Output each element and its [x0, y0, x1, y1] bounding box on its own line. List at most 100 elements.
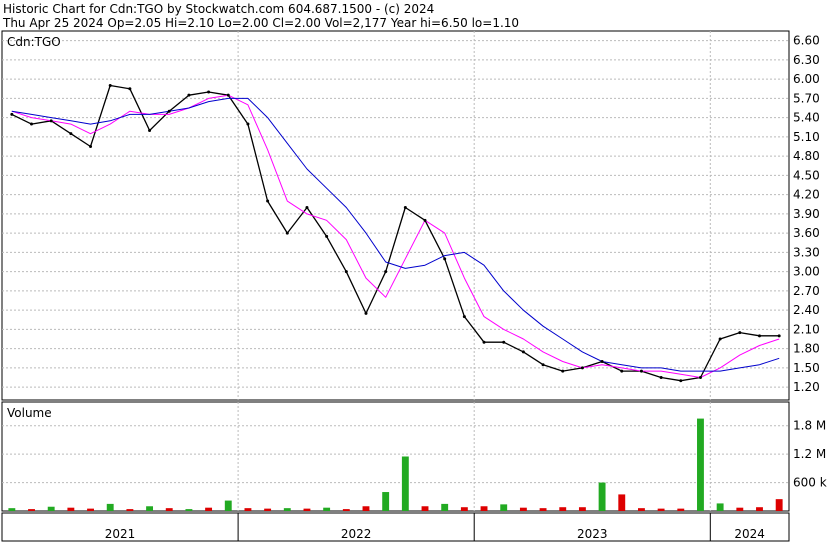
- price-tick-label: 4.20: [793, 188, 820, 202]
- volume-bar: [519, 507, 527, 511]
- price-point: [69, 132, 73, 136]
- price-point: [266, 199, 270, 203]
- price-tick-label: 1.80: [793, 342, 820, 356]
- price-tick-label: 6.60: [793, 34, 820, 48]
- volume-bar: [362, 506, 370, 511]
- price-point: [462, 315, 466, 319]
- price-point: [89, 145, 93, 149]
- volume-bar: [67, 507, 75, 511]
- volume-bar: [559, 507, 567, 511]
- volume-bar: [146, 506, 154, 511]
- price-point: [541, 363, 545, 367]
- volume-bar: [736, 507, 744, 511]
- price-panel-label: Cdn:TGO: [7, 35, 61, 49]
- chart-header-line2: Thu Apr 25 2024 Op=2.05 Hi=2.10 Lo=2.00 …: [2, 16, 519, 30]
- volume-bar: [303, 508, 311, 511]
- price-point: [207, 90, 211, 94]
- price-tick-label: 5.70: [793, 91, 820, 105]
- volume-panel: 1.8 M 1.2 M 600 k Volume: [1, 401, 827, 512]
- volume-bar: [87, 508, 94, 511]
- volume-bar: [598, 482, 606, 511]
- year-label: 2024: [734, 527, 765, 541]
- price-tick-label: 5.10: [793, 130, 820, 144]
- volume-bar: [126, 509, 134, 511]
- volume-bar: [637, 508, 645, 511]
- volume-bar: [106, 503, 114, 511]
- price-tick-label: 1.50: [793, 361, 820, 375]
- volume-bar: [165, 508, 173, 511]
- price-point: [718, 337, 722, 341]
- price-point: [698, 376, 702, 380]
- price-tick-label: 3.00: [793, 265, 820, 279]
- price-point: [108, 84, 112, 88]
- price-tick-label: 4.50: [793, 168, 820, 182]
- price-point: [49, 119, 53, 123]
- price-point: [580, 366, 584, 370]
- time-axis: 2021 2022 2023 2024: [1, 512, 790, 542]
- volume-bar: [460, 507, 468, 511]
- price-point: [482, 340, 486, 344]
- price-point: [561, 369, 565, 373]
- price-panel-frame: [1, 30, 790, 401]
- volume-bar: [657, 508, 665, 511]
- volume-tick-label: 1.2 M: [793, 447, 826, 461]
- volume-bar: [264, 508, 272, 511]
- price-tick-label: 2.10: [793, 322, 820, 336]
- price-point: [443, 257, 447, 261]
- volume-bar: [205, 507, 213, 511]
- price-tick-label: 6.00: [793, 72, 820, 86]
- volume-bar: [578, 507, 586, 511]
- price-point: [128, 87, 132, 91]
- volume-bar: [401, 456, 409, 511]
- volume-bar: [697, 418, 704, 511]
- price-point: [679, 379, 683, 383]
- price-axis-labels: 6.60 6.30 6.00 5.70 5.40 5.10 4.80 4.50 4.20 3.90…: [793, 34, 820, 395]
- volume-tick-label: 1.8 M: [793, 419, 826, 433]
- volume-bar: [441, 503, 449, 511]
- volume-bar: [421, 506, 429, 511]
- volume-bar: [283, 508, 291, 511]
- year-label: 2022: [341, 527, 372, 541]
- year-label: 2021: [105, 527, 136, 541]
- price-point: [167, 109, 171, 113]
- volume-panel-label: Volume: [7, 406, 52, 420]
- price-tick-label: 3.90: [793, 207, 820, 221]
- volume-bar: [500, 504, 508, 511]
- volume-bar: [244, 508, 252, 511]
- price-point: [423, 218, 427, 222]
- volume-bar: [342, 509, 350, 511]
- volume-bar: [382, 492, 390, 511]
- price-point: [600, 359, 604, 363]
- price-point: [325, 234, 329, 238]
- price-point: [187, 93, 191, 97]
- price-tick-label: 1.20: [793, 380, 820, 394]
- volume-bar: [756, 507, 763, 511]
- price-point: [620, 369, 624, 373]
- price-panel: 6.60 6.30 6.00 5.70 5.40 5.10 4.80 4.50 4.20 3.90…: [1, 30, 820, 401]
- price-point: [364, 311, 368, 315]
- price-point: [305, 205, 309, 209]
- year-label: 2023: [577, 527, 608, 541]
- price-point: [757, 334, 761, 338]
- volume-bar: [28, 509, 35, 511]
- volume-bar: [185, 509, 193, 511]
- volume-bar: [539, 508, 547, 511]
- volume-bar: [775, 499, 783, 511]
- price-tick-label: 4.80: [793, 149, 820, 163]
- price-point: [384, 270, 388, 274]
- price-point: [659, 376, 663, 380]
- price-tick-label: 3.60: [793, 226, 820, 240]
- volume-bar: [618, 494, 626, 511]
- price-tick-label: 6.30: [793, 53, 820, 67]
- volume-bar: [224, 500, 232, 511]
- price-point: [148, 128, 152, 132]
- price-tick-label: 2.70: [793, 284, 820, 298]
- volume-bar: [8, 508, 16, 511]
- price-point: [521, 350, 525, 354]
- price-point: [403, 205, 407, 209]
- volume-bar: [47, 506, 55, 511]
- price-point: [639, 369, 643, 373]
- price-point: [285, 231, 289, 235]
- chart-header-line1: Historic Chart for Cdn:TGO by Stockwatch…: [3, 2, 434, 16]
- stock-chart: Historic Chart for Cdn:TGO by Stockwatch…: [1, 2, 827, 542]
